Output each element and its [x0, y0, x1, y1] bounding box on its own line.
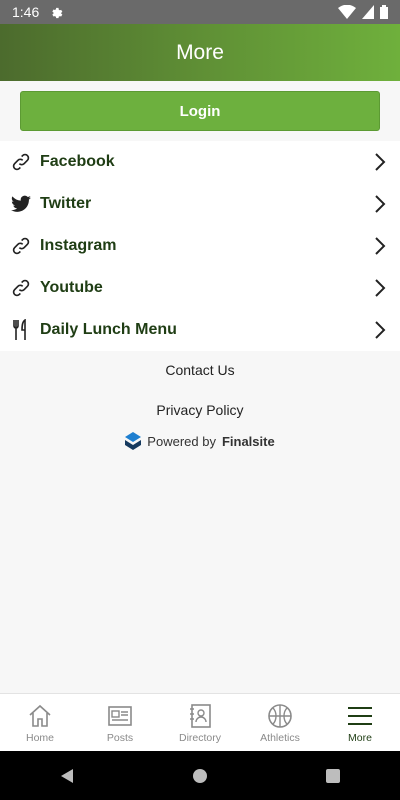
chevron-right-icon	[375, 279, 386, 297]
wifi-icon	[338, 5, 356, 19]
menu-item-instagram[interactable]: Instagram	[0, 225, 400, 267]
battery-icon	[380, 5, 388, 19]
directory-icon	[190, 703, 211, 728]
link-icon	[10, 151, 32, 173]
privacy-policy-link[interactable]: Privacy Policy	[0, 390, 400, 430]
basketball-icon	[268, 703, 292, 728]
nav-label: Directory	[178, 731, 221, 744]
nav-label: Athletics	[260, 731, 300, 744]
chevron-right-icon	[375, 153, 386, 171]
nav-label: Home	[25, 731, 54, 744]
menu-item-label: Twitter	[40, 195, 92, 212]
login-button[interactable]: Login	[20, 91, 380, 131]
settings-icon	[52, 7, 63, 19]
powered-by[interactable]: Powered by Finalsite	[0, 432, 400, 450]
nav-home[interactable]: Home	[0, 694, 80, 751]
android-nav-bar	[0, 751, 400, 800]
nav-posts[interactable]: Posts	[80, 694, 160, 751]
status-bar: 1:46	[0, 0, 400, 24]
nav-athletics[interactable]: Athletics	[240, 694, 320, 751]
finalsite-logo-icon	[125, 432, 142, 450]
posts-icon	[108, 705, 132, 726]
nav-directory[interactable]: Directory	[160, 694, 240, 751]
home-circle-icon[interactable]	[192, 768, 208, 784]
bottom-nav: Home Posts Directory Athletics More	[0, 693, 400, 751]
menu-icon	[348, 706, 372, 725]
nav-label: More	[348, 731, 372, 744]
link-icon	[10, 235, 32, 257]
login-section: Login	[0, 81, 400, 141]
chevron-right-icon	[375, 237, 386, 255]
status-icons	[338, 5, 388, 19]
nav-more[interactable]: More	[320, 694, 400, 751]
powered-by-brand: Finalsite	[221, 433, 275, 449]
back-icon[interactable]	[59, 768, 75, 784]
fork-knife-icon	[10, 319, 32, 341]
menu-item-youtube[interactable]: Youtube	[0, 267, 400, 309]
recents-icon[interactable]	[325, 768, 341, 784]
menu-item-label: Facebook	[40, 153, 115, 170]
menu-item-facebook[interactable]: Facebook	[0, 141, 400, 183]
menu-item-label: Youtube	[40, 279, 103, 296]
nav-label: Posts	[106, 731, 134, 744]
footer-links: Contact Us Privacy Policy Powered by Fina…	[0, 350, 400, 450]
status-time: 1:46	[12, 4, 40, 20]
menu-item-daily-lunch-menu[interactable]: Daily Lunch Menu	[0, 309, 400, 351]
signal-icon	[362, 5, 374, 19]
menu-item-twitter[interactable]: Twitter	[0, 183, 400, 225]
menu-item-label: Instagram	[40, 237, 117, 254]
app-header: More	[0, 24, 400, 81]
home-icon	[29, 704, 51, 727]
link-icon	[10, 277, 32, 299]
page-title: More	[176, 40, 224, 64]
menu-item-label: Daily Lunch Menu	[40, 321, 177, 338]
twitter-icon	[10, 193, 32, 215]
menu-list: Facebook Twitter Instagram Youtube Daily…	[0, 141, 400, 351]
chevron-right-icon	[375, 195, 386, 213]
powered-by-prefix: Powered by	[147, 433, 216, 449]
contact-us-link[interactable]: Contact Us	[0, 350, 400, 390]
chevron-right-icon	[375, 321, 386, 339]
